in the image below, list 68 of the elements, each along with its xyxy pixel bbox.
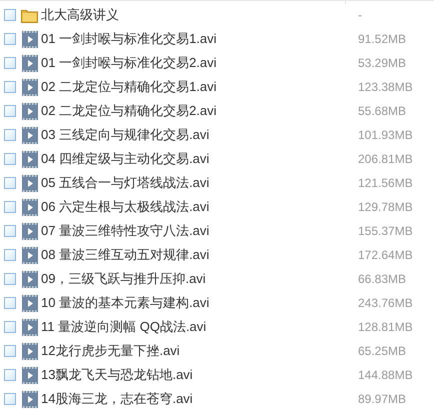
file-name[interactable]: 01 一剑封喉与标准化交易1.avi — [41, 29, 346, 49]
file-size: - — [358, 7, 362, 24]
checkbox[interactable] — [4, 273, 16, 285]
checkbox[interactable] — [4, 297, 16, 309]
file-name[interactable]: 05 五线合一与灯塔线战法.avi — [41, 173, 346, 193]
checkbox[interactable] — [4, 9, 16, 21]
file-size: 172.64MB — [358, 247, 413, 264]
file-size: 123.38MB — [358, 79, 413, 96]
video-file-icon — [22, 318, 38, 336]
file-name[interactable]: 08 量波三维互动五对规律.avi — [41, 245, 346, 265]
file-size: 121.56MB — [358, 175, 413, 192]
checkbox[interactable] — [4, 129, 16, 141]
file-name[interactable]: 10 量波的基本元素与建构.avi — [41, 293, 346, 313]
file-name[interactable]: 06 六定生根与太极线战法.avi — [41, 197, 346, 217]
file-size: 128.81MB — [358, 319, 413, 336]
video-file-icon — [22, 102, 38, 120]
video-file-icon — [22, 78, 38, 96]
file-name[interactable]: 13飘龙飞天与恐龙钻地.avi — [41, 365, 346, 385]
file-size: 144.88MB — [358, 367, 413, 384]
file-name[interactable]: 14股海三龙，志在苍穹.avi — [41, 389, 346, 409]
file-size: 65.25MB — [358, 343, 406, 360]
folder-icon — [21, 8, 38, 22]
file-size: 101.93MB — [358, 127, 413, 144]
file-name[interactable]: 09，三级飞跃与推升压抑.avi — [41, 269, 346, 289]
file-size: 206.81MB — [358, 151, 413, 168]
video-file-icon — [22, 390, 38, 408]
checkbox[interactable] — [4, 393, 16, 405]
checkbox[interactable] — [4, 201, 16, 213]
video-file-icon — [22, 150, 38, 168]
video-file-icon — [22, 342, 38, 360]
file-name[interactable]: 01 一剑封喉与标准化交易2.avi — [41, 53, 346, 73]
file-name[interactable]: 02 二龙定位与精确化交易1.avi — [41, 77, 346, 97]
file-name[interactable]: 北大高级讲义 — [41, 5, 346, 25]
file-name[interactable]: 03 三线定向与规律化交易.avi — [41, 125, 346, 145]
file-name[interactable]: 07 量波三维特性攻守八法.avi — [41, 221, 346, 241]
checkbox[interactable] — [4, 33, 16, 45]
file-size: 53.29MB — [358, 55, 406, 72]
checkbox[interactable] — [4, 105, 16, 117]
video-file-icon — [22, 174, 38, 192]
file-size: 55.68MB — [358, 103, 406, 120]
file-name[interactable]: 02 二龙定位与精确化交易2.avi — [41, 101, 346, 121]
file-name[interactable]: 12龙行虎步无量下挫.avi — [41, 341, 346, 361]
video-file-icon — [22, 366, 38, 384]
checkbox[interactable] — [4, 369, 16, 381]
file-size: 66.83MB — [358, 271, 406, 288]
checkbox[interactable] — [4, 249, 16, 261]
checkbox[interactable] — [4, 345, 16, 357]
video-file-icon — [22, 294, 38, 312]
checkbox[interactable] — [4, 81, 16, 93]
video-file-icon — [22, 246, 38, 264]
file-size: 91.52MB — [358, 31, 406, 48]
checkbox[interactable] — [4, 321, 16, 333]
checkbox[interactable] — [4, 153, 16, 165]
file-size: 89.97MB — [358, 391, 406, 408]
video-file-icon — [22, 30, 38, 48]
checkbox[interactable] — [4, 57, 16, 69]
file-name[interactable]: 04 四维定级与主动化交易.avi — [41, 149, 346, 169]
file-size: 243.76MB — [358, 295, 413, 312]
video-file-icon — [22, 54, 38, 72]
video-file-icon — [22, 198, 38, 216]
video-file-icon — [22, 270, 38, 288]
checkbox[interactable] — [4, 225, 16, 237]
video-file-icon — [22, 222, 38, 240]
file-size: 155.37MB — [358, 223, 413, 240]
file-size: 129.78MB — [358, 199, 413, 216]
file-name[interactable]: 11 量波逆向测幅 QQ战法.avi — [41, 317, 346, 337]
checkbox[interactable] — [4, 177, 16, 189]
video-file-icon — [22, 126, 38, 144]
